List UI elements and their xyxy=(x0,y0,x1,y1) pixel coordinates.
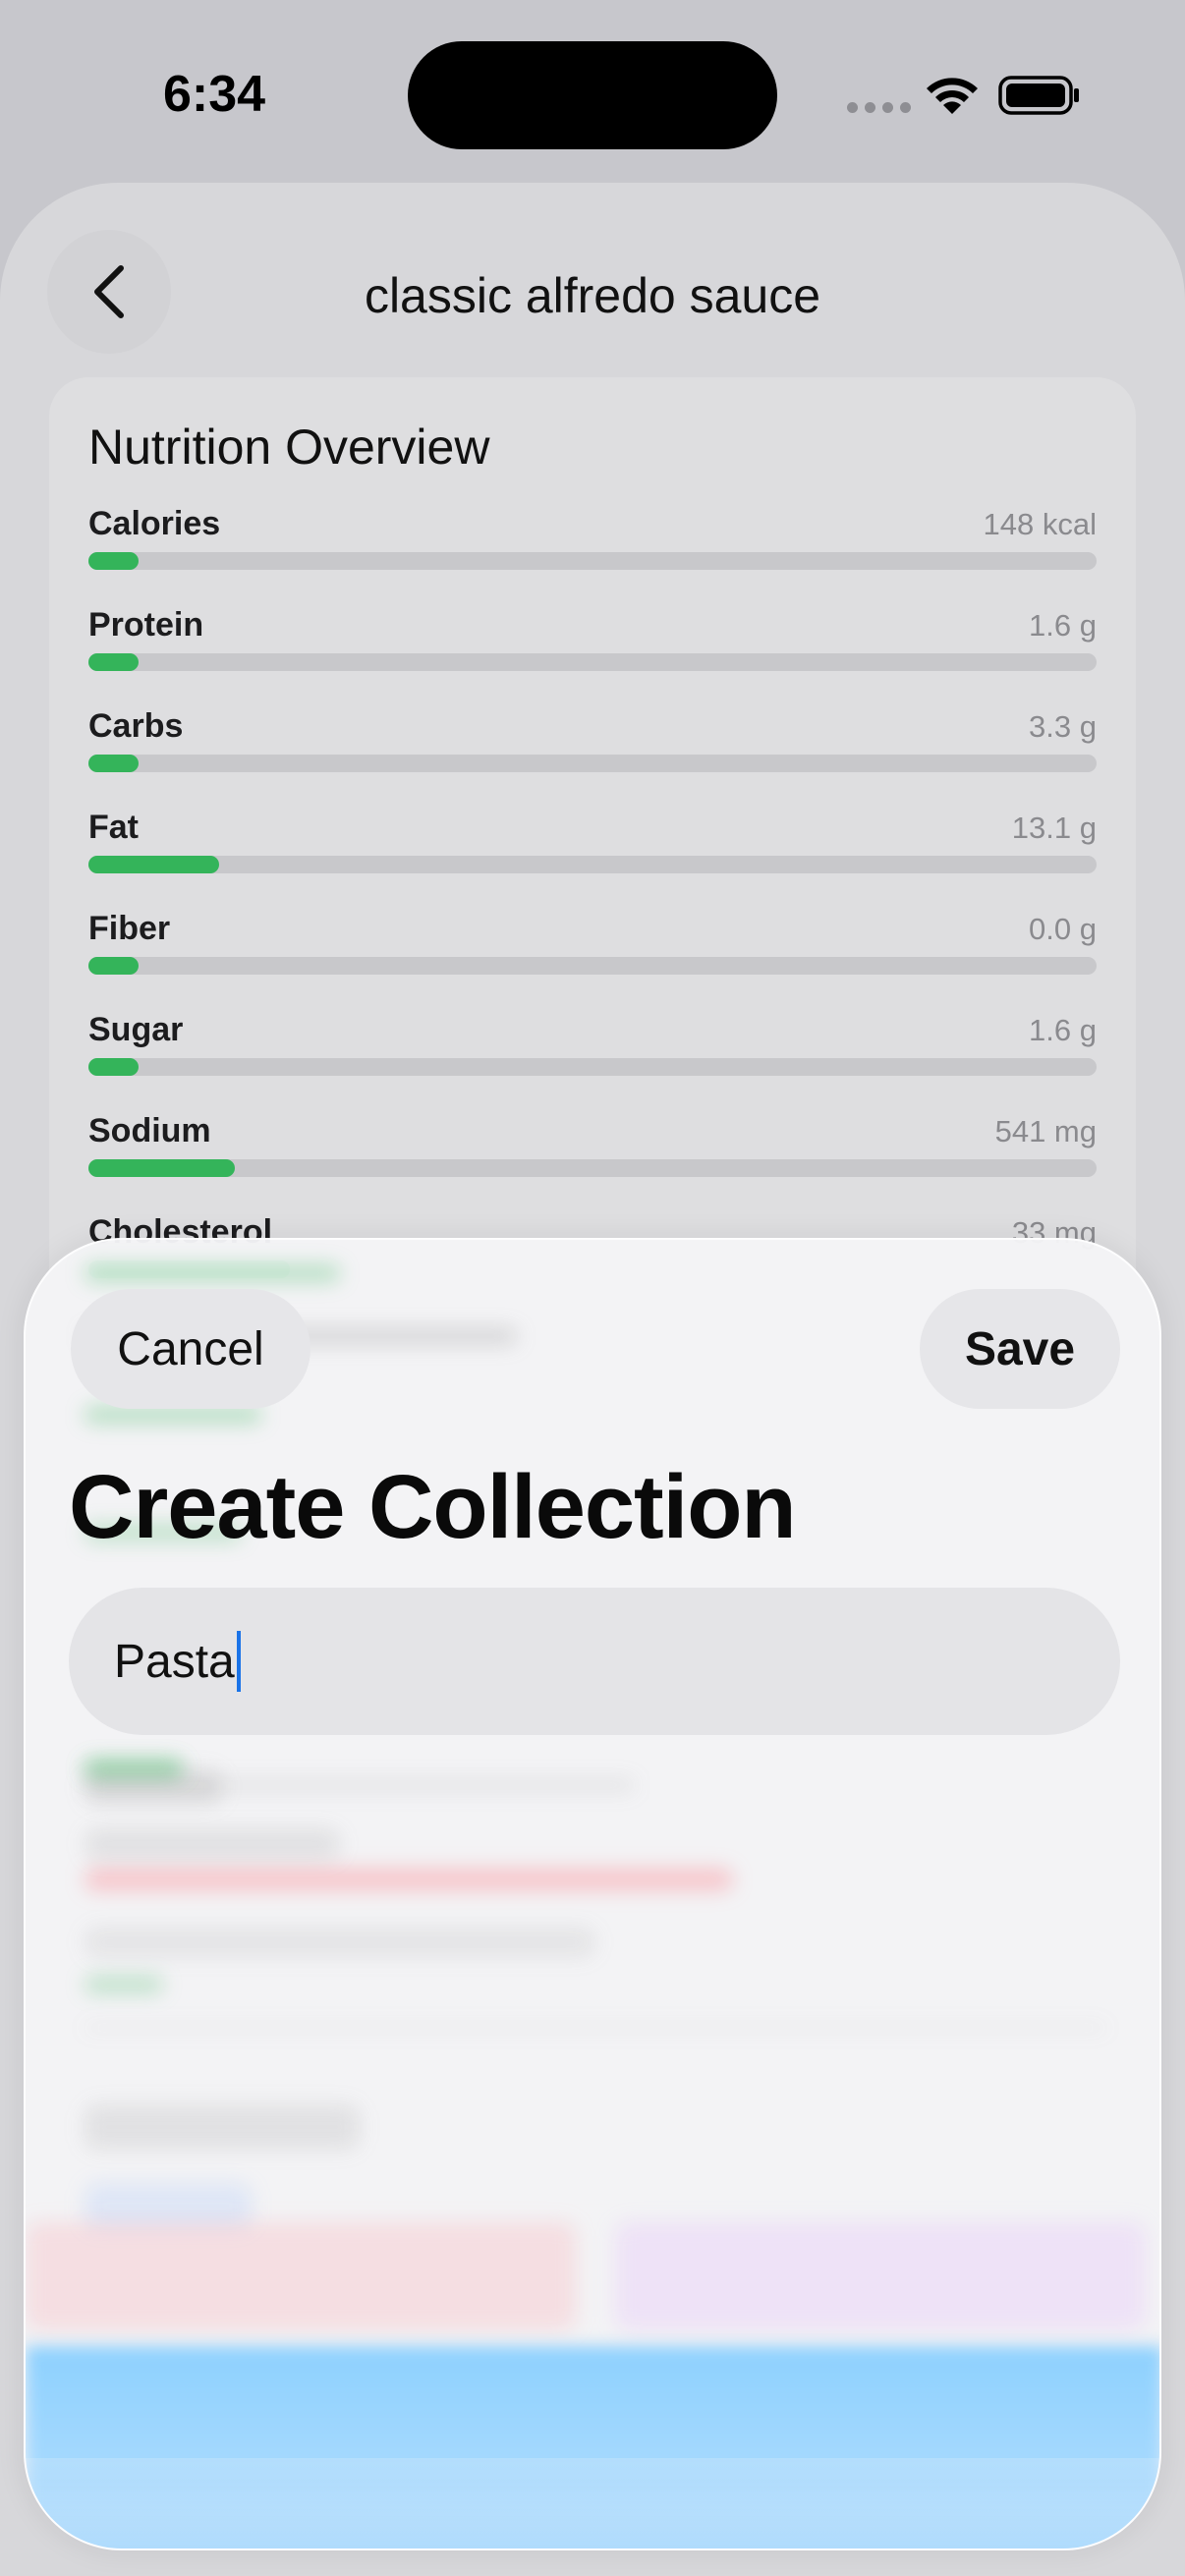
nutrient-row-fat: Fat 13.1 g xyxy=(88,809,1097,877)
blurred-background-text xyxy=(85,1928,595,1957)
nutrient-value: 3.3 g xyxy=(1029,709,1097,744)
nutrient-row-fiber: Fiber 0.0 g xyxy=(88,910,1097,979)
nutrient-value: 0.0 g xyxy=(1029,912,1097,946)
nutrient-bar-fill xyxy=(88,755,140,772)
nutrient-label: Fiber xyxy=(88,910,171,947)
nutrient-bar-track xyxy=(88,1058,1097,1076)
wifi-icon xyxy=(927,78,978,114)
blurred-background-button xyxy=(615,2222,1146,2330)
nutrient-bar-track xyxy=(88,957,1097,975)
nutrient-bar-track xyxy=(88,653,1097,671)
sheet-bottom-glow xyxy=(26,2458,1159,2548)
nutrient-value: 541 mg xyxy=(994,1114,1097,1148)
nutrient-row-sodium: Sodium 541 mg xyxy=(88,1112,1097,1181)
battery-icon xyxy=(998,76,1079,115)
nutrient-bar-fill xyxy=(88,1159,235,1177)
nutrient-value: 148 kcal xyxy=(983,507,1097,541)
blurred-background-text xyxy=(85,1829,340,1859)
status-time: 6:34 xyxy=(163,66,266,123)
nutrient-bar-track xyxy=(88,1159,1097,1177)
create-collection-sheet: Cancel Save Create Collection Pasta xyxy=(24,1238,1161,2550)
nutrient-bar-track xyxy=(88,856,1097,873)
collection-name-input[interactable]: Pasta xyxy=(69,1588,1120,1735)
collection-name-value: Pasta xyxy=(114,1635,235,1688)
nutrient-value: 13.1 g xyxy=(1011,811,1097,845)
nutrient-label: Sodium xyxy=(88,1112,211,1149)
dynamic-island xyxy=(408,41,777,149)
nutrient-label: Calories xyxy=(88,505,221,542)
nutrient-bar-fill xyxy=(88,957,140,975)
nutrient-bar-fill xyxy=(88,1058,140,1076)
status-bar: 6:34 xyxy=(0,0,1185,187)
blurred-background-bar xyxy=(85,1265,340,1281)
blurred-background-button xyxy=(26,2222,576,2330)
blurred-background-text xyxy=(85,2104,360,2150)
nutrient-row-protein: Protein 1.6 g xyxy=(88,606,1097,675)
blurred-background-bar xyxy=(85,1869,733,1890)
nutrient-value: 1.6 g xyxy=(1029,1013,1097,1047)
sheet-title: Create Collection xyxy=(69,1457,797,1557)
nutrient-bar-fill xyxy=(88,552,140,570)
save-button[interactable]: Save xyxy=(920,1289,1120,1409)
nutrient-value: 1.6 g xyxy=(1029,608,1097,643)
nutrient-bar-fill xyxy=(88,653,140,671)
nutrient-label: Carbs xyxy=(88,707,184,745)
blurred-background-bar xyxy=(85,1761,183,1776)
nutrient-row-carbs: Carbs 3.3 g xyxy=(88,707,1097,776)
nutrient-label: Protein xyxy=(88,606,204,644)
blurred-background-text xyxy=(85,1778,635,1792)
nutrient-row-calories: Calories 148 kcal xyxy=(88,505,1097,574)
nutrition-overview-title: Nutrition Overview xyxy=(88,420,490,475)
text-caret xyxy=(236,1631,241,1692)
nutrient-label: Sugar xyxy=(88,1011,184,1048)
blurred-background-divider xyxy=(85,2026,1106,2030)
nutrient-label: Fat xyxy=(88,809,139,846)
nutrient-bar-track xyxy=(88,755,1097,772)
nutrient-bar-fill xyxy=(88,856,220,873)
cellular-signal-icon xyxy=(847,102,911,113)
blurred-background-bar xyxy=(85,1977,163,1992)
nutrient-bar-track xyxy=(88,552,1097,570)
page-title: classic alfredo sauce xyxy=(364,268,821,323)
cancel-button[interactable]: Cancel xyxy=(71,1289,310,1409)
blurred-background-bar xyxy=(85,1407,261,1423)
nutrient-row-sugar: Sugar 1.6 g xyxy=(88,1011,1097,1080)
